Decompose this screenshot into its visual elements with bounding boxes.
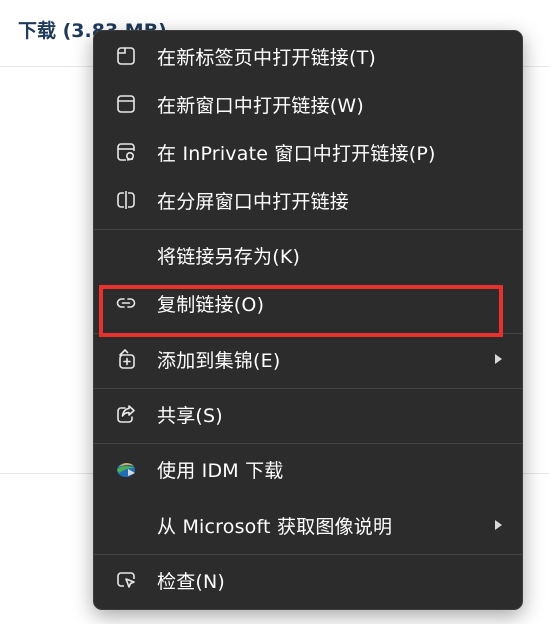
menu-separator [94, 443, 522, 444]
menu-item-inspect[interactable]: 检查(N) [94, 556, 522, 604]
menu-item-label: 在 InPrivate 窗口中打开链接(P) [157, 142, 436, 165]
menu-item-label: 在新窗口中打开链接(W) [157, 94, 365, 117]
menu-item-label: 在分屏窗口中打开链接 [157, 190, 350, 213]
menu-item-open-new-window[interactable]: 在新窗口中打开链接(W) [94, 80, 522, 128]
inprivate-window-icon [114, 140, 138, 164]
menu-item-label: 共享(S) [157, 404, 223, 427]
menu-item-share[interactable]: 共享(S) [94, 390, 522, 438]
new-window-icon [114, 92, 138, 116]
menu-separator [94, 554, 522, 555]
collections-icon [114, 347, 138, 371]
page: 下载 (3.83 MB) 在新标签页中打开链接(T) 在新窗口中打开链接(W) [0, 0, 549, 624]
menu-item-label: 在新标签页中打开链接(T) [157, 46, 377, 69]
menu-item-save-link-as[interactable]: 将链接另存为(K) [94, 231, 522, 279]
submenu-arrow-icon [495, 520, 502, 530]
menu-item-label: 添加到集锦(E) [157, 349, 281, 372]
split-screen-icon [114, 188, 138, 212]
context-menu: 在新标签页中打开链接(T) 在新窗口中打开链接(W) 在 InPrivate 窗… [93, 30, 523, 610]
menu-item-open-split-screen[interactable]: 在分屏窗口中打开链接 [94, 176, 522, 224]
new-tab-icon [114, 44, 138, 68]
idm-icon [114, 457, 138, 481]
menu-item-label: 复制链接(O) [157, 293, 265, 316]
menu-item-label: 使用 IDM 下载 [157, 459, 284, 482]
menu-item-label: 检查(N) [157, 570, 226, 593]
submenu-arrow-icon [495, 354, 502, 364]
menu-item-download-with-idm[interactable]: 使用 IDM 下载 [94, 445, 522, 493]
menu-item-label: 从 Microsoft 获取图像说明 [157, 515, 393, 538]
menu-item-open-inprivate[interactable]: 在 InPrivate 窗口中打开链接(P) [94, 128, 522, 176]
menu-item-add-to-collections[interactable]: 添加到集锦(E) [94, 335, 522, 383]
menu-separator [94, 229, 522, 230]
inspect-icon [114, 568, 138, 592]
menu-item-label: 将链接另存为(K) [157, 245, 301, 268]
menu-separator [94, 388, 522, 389]
share-icon [114, 402, 138, 426]
menu-item-copy-link[interactable]: 复制链接(O) [94, 279, 522, 327]
menu-separator [94, 333, 522, 334]
menu-item-open-new-tab[interactable]: 在新标签页中打开链接(T) [94, 32, 522, 80]
link-icon [114, 291, 138, 315]
menu-item-get-image-descriptions[interactable]: 从 Microsoft 获取图像说明 [94, 501, 522, 549]
